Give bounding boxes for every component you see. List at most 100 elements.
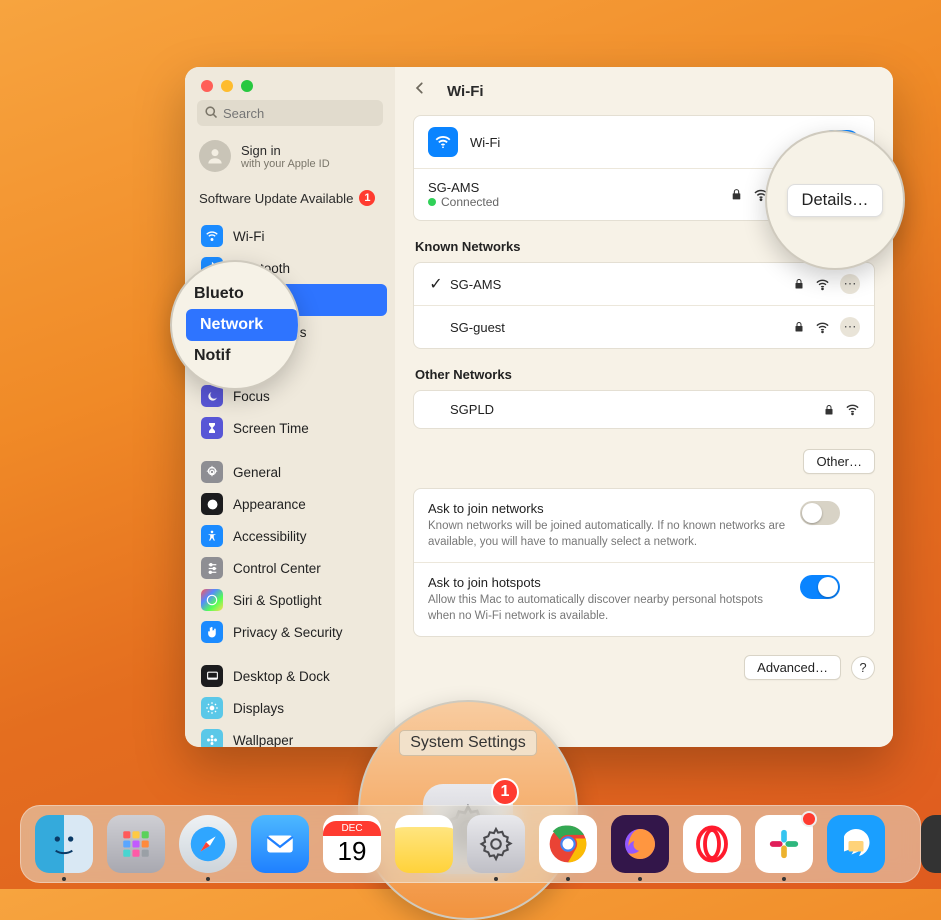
ask-hotspot-row: Ask to join hotspots Allow this Mac to a… [414, 562, 874, 636]
dock-notes[interactable] [395, 815, 453, 873]
access-icon [201, 525, 223, 547]
sidebar-item-siri-spotlight[interactable]: Siri & Spotlight [193, 584, 387, 616]
window-traffic-lights [185, 67, 395, 100]
dock-chrome[interactable] [539, 815, 597, 873]
sidebar-item-label: General [233, 465, 281, 480]
wifi-label: Wi-Fi [470, 135, 820, 150]
appearance-icon [201, 493, 223, 515]
search-icon [204, 105, 219, 120]
annotation-zoom-sidebar: Blueto Network Notif [170, 260, 300, 390]
dock-system-settings[interactable] [467, 815, 525, 873]
sidebar-item-displays[interactable]: Displays [193, 692, 387, 724]
sidebar-item-label: Displays [233, 701, 284, 716]
current-status: Connected [428, 195, 730, 209]
zoom-settings-badge: 1 [491, 778, 519, 806]
other-network-button[interactable]: Other… [803, 449, 875, 474]
ask-hotspot-desc: Allow this Mac to automatically discover… [428, 593, 788, 624]
back-button[interactable] [413, 81, 433, 101]
flower-icon [201, 729, 223, 747]
sliders-icon [201, 557, 223, 579]
sidebar-item-accessibility[interactable]: Accessibility [193, 520, 387, 552]
network-more-button[interactable]: ⋯ [840, 274, 860, 294]
network-ssid: SG-guest [444, 320, 793, 335]
hand-icon [201, 621, 223, 643]
software-update-label: Software Update Available [199, 191, 353, 206]
ask-join-desc: Known networks will be joined automatica… [428, 519, 788, 550]
wifi-icon [201, 225, 223, 247]
sidebar-item-label: Appearance [233, 497, 306, 512]
window-minimize-button[interactable] [221, 80, 233, 92]
running-indicator [782, 877, 786, 881]
sidebar-item-appearance[interactable]: Appearance [193, 488, 387, 520]
dock-thunderbird[interactable] [827, 815, 885, 873]
dock-opera[interactable] [683, 815, 741, 873]
software-update-row[interactable]: Software Update Available 1 [185, 184, 395, 220]
gear-icon [201, 461, 223, 483]
wifi-signal-icon [845, 402, 860, 417]
connected-check-icon: ✓ [428, 274, 444, 294]
dock-finder[interactable] [35, 815, 93, 873]
other-network-row[interactable]: SGPLD [414, 391, 874, 428]
current-ssid: SG-AMS [428, 180, 730, 195]
dock-slack[interactable] [755, 815, 813, 873]
sidebar-item-screen-time[interactable]: Screen Time [193, 412, 387, 444]
signin-subtitle: with your Apple ID [241, 158, 330, 170]
current-network-icons [730, 187, 769, 203]
dock: DEC 19 [20, 805, 921, 883]
window-close-button[interactable] [201, 80, 213, 92]
running-indicator [494, 877, 498, 881]
window-zoom-button[interactable] [241, 80, 253, 92]
running-indicator [62, 877, 66, 881]
help-button[interactable]: ? [851, 656, 875, 680]
wifi-signal-icon [815, 320, 830, 335]
wifi-options-card: Ask to join networks Known networks will… [413, 488, 875, 637]
zoom-details-button: Details… [787, 184, 884, 217]
calendar-month: DEC [323, 821, 381, 836]
sidebar-item-general[interactable]: General [193, 456, 387, 488]
search-input[interactable] [197, 100, 383, 126]
known-networks-list: ✓SG-AMS ⋯ SG-guest ⋯ [413, 262, 875, 349]
dock-sublime-text[interactable] [921, 815, 941, 873]
sidebar-item-wi-fi[interactable]: Wi-Fi [193, 220, 387, 252]
sidebar-search [197, 100, 383, 126]
sidebar-item-label: Privacy & Security [233, 625, 343, 640]
sidebar-item-privacy-security[interactable]: Privacy & Security [193, 616, 387, 648]
zoom-label-network: Network [186, 309, 298, 341]
dock-safari[interactable] [179, 815, 237, 873]
network-more-button[interactable]: ⋯ [840, 317, 860, 337]
sidebar-item-label: Screen Time [233, 421, 309, 436]
sidebar-signin[interactable]: Sign in with your Apple ID [185, 136, 395, 184]
hourglass-icon [201, 417, 223, 439]
sidebar-item-wallpaper[interactable]: Wallpaper [193, 724, 387, 747]
sidebar-item-label: Wi-Fi [233, 229, 264, 244]
sidebar-item-control-center[interactable]: Control Center [193, 552, 387, 584]
known-network-row[interactable]: SG-guest ⋯ [414, 305, 874, 348]
zoom-label-bluetooth: Blueto [194, 285, 298, 303]
sidebar-item-desktop-dock[interactable]: Desktop & Dock [193, 660, 387, 692]
dock-mail[interactable] [251, 815, 309, 873]
sidebar-item-label: Wallpaper [233, 733, 293, 748]
bottom-actions: Advanced… ? [413, 651, 875, 680]
calendar-day: 19 [338, 836, 367, 867]
notification-badge [801, 811, 817, 827]
known-network-row[interactable]: ✓SG-AMS ⋯ [414, 263, 874, 305]
other-networks-list: SGPLD [413, 390, 875, 429]
lock-icon [793, 278, 805, 290]
network-ssid: SG-AMS [444, 277, 793, 292]
ask-hotspot-toggle[interactable] [800, 575, 840, 599]
wifi-icon [428, 127, 458, 157]
dock-launchpad[interactable] [107, 815, 165, 873]
status-dot-icon [428, 198, 436, 206]
running-indicator [566, 877, 570, 881]
zoom-tooltip: System Settings [399, 730, 537, 756]
advanced-button[interactable]: Advanced… [744, 655, 841, 680]
page-title: Wi-Fi [447, 83, 484, 100]
sidebar-item-label: Control Center [233, 561, 321, 576]
running-indicator [206, 877, 210, 881]
ask-join-toggle[interactable] [800, 501, 840, 525]
dock-firefox[interactable] [611, 815, 669, 873]
siri-icon [201, 589, 223, 611]
dock-calendar[interactable]: DEC 19 [323, 815, 381, 873]
signin-title: Sign in [241, 143, 330, 158]
annotation-zoom-details: Details… [765, 130, 905, 270]
